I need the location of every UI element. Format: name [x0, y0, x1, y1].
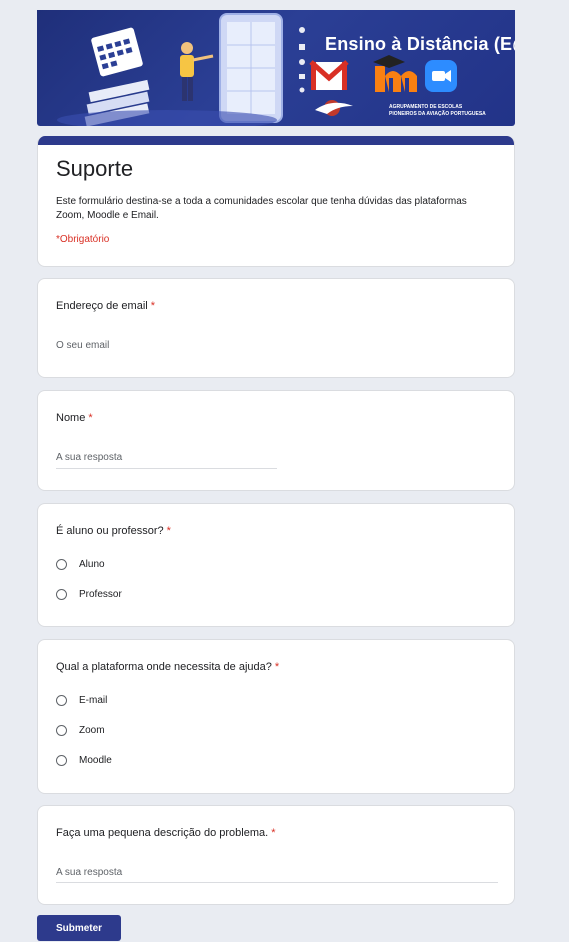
radio-button[interactable] — [56, 559, 67, 570]
question-label: Faça uma pequena descrição do problema. * — [56, 827, 275, 839]
school-line-2: PIONEIROS DA AVIAÇÃO PORTUGUESA — [389, 111, 486, 117]
banner-title: Ensino à Distância (E@D) — [325, 34, 515, 54]
radio-button[interactable] — [56, 725, 67, 736]
school-name: AGRUPAMENTO DE ESCOLAS PIONEIROS DA AVIA… — [389, 104, 486, 118]
radio-label: Professor — [79, 589, 122, 600]
radio-button[interactable] — [56, 695, 67, 706]
required-star: * — [166, 525, 171, 537]
question-label: Qual a plataforma onde necessita de ajud… — [56, 661, 279, 673]
radio-button[interactable] — [56, 755, 67, 766]
accent-bar — [38, 136, 514, 145]
form-title: Suporte — [56, 156, 134, 181]
radio-option-moodle[interactable]: Moodle — [56, 755, 112, 766]
required-star: * — [150, 300, 156, 312]
email-field[interactable]: O seu email — [56, 340, 109, 351]
required-note: *Obrigatório — [56, 234, 110, 245]
question-platform: Qual a plataforma onde necessita de ajud… — [37, 639, 515, 794]
question-description: Faça uma pequena descrição do problema. *… — [37, 805, 515, 905]
header-banner: Ensino à Distância (E@D) AGRUPAMENTO DE … — [37, 10, 515, 126]
description-label: Faça uma pequena descrição do problema. — [56, 827, 269, 839]
question-name: Nome * A sua resposta — [37, 390, 515, 491]
form-header-card: Suporte Este formulário destina-se a tod… — [37, 136, 515, 267]
email-label: Endereço de email — [56, 300, 148, 312]
gmail-icon — [309, 60, 349, 90]
radio-label: Zoom — [79, 725, 105, 736]
question-email: Endereço de email * O seu email — [37, 278, 515, 378]
school-logo — [315, 100, 353, 116]
radio-option-aluno[interactable]: Aluno — [56, 559, 105, 570]
platform-label: Qual a plataforma onde necessita de ajud… — [56, 661, 272, 673]
role-label: É aluno ou professor? — [56, 525, 164, 537]
required-star: * — [274, 661, 280, 673]
question-label: Nome * — [56, 412, 93, 424]
submit-button[interactable]: Submeter — [37, 915, 121, 941]
zoom-icon — [425, 60, 457, 92]
required-star: * — [271, 827, 276, 839]
question-role: É aluno ou professor? * Aluno Professor — [37, 503, 515, 627]
radio-button[interactable] — [56, 589, 67, 600]
radio-label: E-mail — [79, 695, 108, 706]
name-label: Nome — [56, 412, 86, 424]
required-star: * — [88, 412, 93, 424]
radio-label: Aluno — [79, 559, 105, 570]
radio-option-professor[interactable]: Professor — [56, 589, 122, 600]
name-input-underline — [56, 468, 277, 469]
radio-label: Moodle — [79, 755, 112, 766]
radio-option-zoom[interactable]: Zoom — [56, 725, 105, 736]
moodle-icon — [373, 55, 417, 92]
question-label: Endereço de email * — [56, 300, 155, 312]
description-input[interactable]: A sua resposta — [56, 867, 122, 878]
name-input[interactable]: A sua resposta — [56, 452, 122, 463]
school-line-1: AGRUPAMENTO DE ESCOLAS — [389, 104, 463, 110]
description-input-underline — [56, 882, 498, 883]
radio-option-email[interactable]: E-mail — [56, 695, 107, 706]
form-description: Este formulário destina-se a toda a comu… — [56, 196, 467, 221]
question-label: É aluno ou professor? * — [56, 525, 171, 537]
